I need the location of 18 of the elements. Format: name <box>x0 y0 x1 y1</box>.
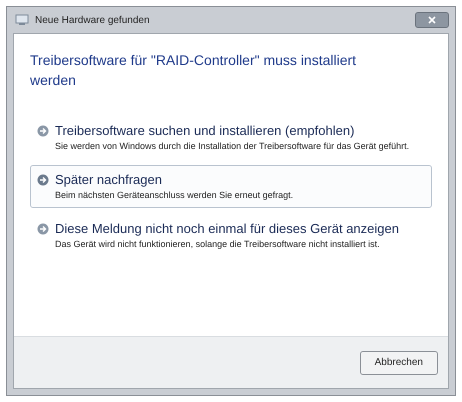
arrow-icon <box>37 125 49 137</box>
arrow-icon <box>37 174 49 186</box>
window-icon <box>15 14 29 26</box>
command-link[interactable]: Später nachfragen Beim nächsten Geräteanschluss werden Sie erneut gefragt. <box>30 165 432 208</box>
option-title: Diese Meldung nicht noch einmal für dieses Gerät anzeigen <box>55 220 399 238</box>
close-icon <box>428 16 436 24</box>
cancel-button[interactable]: Abbrechen <box>360 350 438 374</box>
option-title: Treibersoftware suchen und installieren (empfohlen) <box>55 122 356 140</box>
option-description: Das Gerät wird nicht funktionieren, solange die Treibersoftware nicht installiert ist. <box>55 238 381 251</box>
window-title: Neue Hardware gefunden <box>35 14 151 28</box>
dialog-heading: Treibersoftware für "RAID-Controller" muss installiert werden <box>30 51 358 90</box>
option-description: Beim nächsten Geräteanschluss werden Sie erneut gefragt. <box>55 189 294 202</box>
command-link[interactable]: Diese Meldung nicht noch einmal für dieses Gerät anzeigen Das Gerät wird nicht funktionieren, solange die Treibersoftware nicht installiert ist. <box>30 214 432 257</box>
arrow-icon <box>37 223 49 235</box>
option-description: Sie werden von Windows durch die Installation der Treibersoftware für das Gerät geführt. <box>55 140 410 153</box>
command-link[interactable]: Treibersoftware suchen und installieren (empfohlen) Sie werden von Windows durch die Installation der Treibersoftware für das Gerät geführt. <box>30 116 432 159</box>
close-button[interactable] <box>415 12 449 28</box>
option-title: Später nachfragen <box>55 171 163 189</box>
